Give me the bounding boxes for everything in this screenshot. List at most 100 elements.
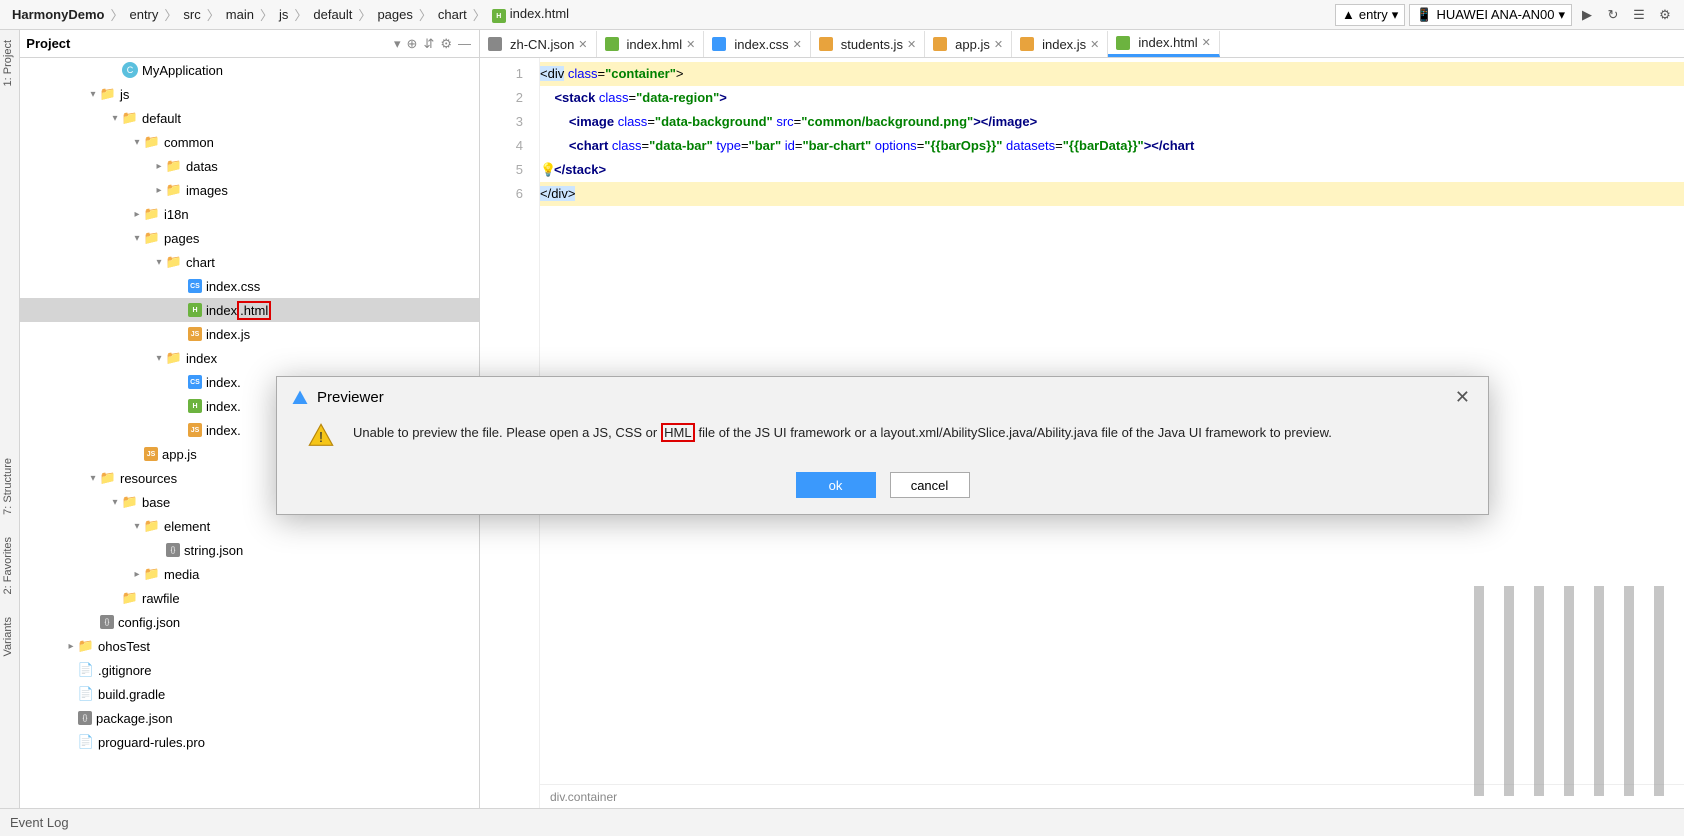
chevron-down-icon[interactable]: ▾: [394, 36, 401, 52]
module-selector[interactable]: ▲ entry ▾: [1335, 4, 1405, 26]
expand-arrow-icon[interactable]: ▾: [130, 521, 144, 532]
breadcrumb-item[interactable]: Hindex.html: [488, 4, 573, 26]
editor-tab[interactable]: app.js✕: [925, 31, 1012, 57]
editor-tab[interactable]: index.css✕: [704, 31, 810, 57]
expand-arrow-icon[interactable]: ▾: [86, 473, 100, 484]
code-area[interactable]: <div class="container"> <stack class="da…: [540, 58, 1684, 210]
editor-tab[interactable]: index.hml✕: [597, 31, 705, 57]
expand-arrow-icon[interactable]: ▸: [64, 641, 78, 652]
tree-node[interactable]: CMyApplication: [20, 58, 479, 82]
code-line[interactable]: </div>: [540, 182, 1684, 206]
list-button[interactable]: ☰: [1628, 4, 1650, 26]
tree-node[interactable]: ▸📁i18n: [20, 202, 479, 226]
tree-node[interactable]: ▾📁js: [20, 82, 479, 106]
close-icon[interactable]: ✕: [793, 38, 802, 51]
settings-button[interactable]: ⚙: [1654, 4, 1676, 26]
breadcrumb-item[interactable]: entry: [125, 5, 162, 24]
close-icon[interactable]: ✕: [578, 38, 587, 51]
close-icon[interactable]: ✕: [686, 38, 695, 51]
close-icon[interactable]: ✕: [994, 38, 1003, 51]
editor-tab[interactable]: zh-CN.json✕: [480, 31, 597, 57]
breadcrumb-item[interactable]: pages: [373, 5, 416, 24]
run-button[interactable]: ▶: [1576, 4, 1598, 26]
expand-arrow-icon[interactable]: ▾: [152, 353, 166, 364]
tree-node[interactable]: ▸📁datas: [20, 154, 479, 178]
editor-tab[interactable]: index.js✕: [1012, 31, 1108, 57]
expand-arrow-icon[interactable]: ▾: [86, 89, 100, 100]
tree-node[interactable]: {}config.json: [20, 610, 479, 634]
tree-node[interactable]: {}package.json: [20, 706, 479, 730]
minimize-icon[interactable]: —: [458, 36, 471, 51]
ok-button[interactable]: ok: [796, 472, 876, 498]
tree-label: ohosTest: [98, 639, 150, 654]
expand-arrow-icon[interactable]: ▸: [130, 209, 144, 220]
expand-arrow-icon[interactable]: ▾: [152, 257, 166, 268]
refresh-button[interactable]: ↻: [1602, 4, 1624, 26]
sort-icon[interactable]: ⇵: [423, 36, 434, 52]
tree-node[interactable]: ▾📁default: [20, 106, 479, 130]
event-log-button[interactable]: Event Log: [10, 815, 69, 830]
editor-tab[interactable]: students.js✕: [811, 31, 925, 57]
expand-arrow-icon[interactable]: ▾: [130, 137, 144, 148]
expand-arrow-icon[interactable]: ▾: [130, 233, 144, 244]
tree-node[interactable]: 📄.gitignore: [20, 658, 479, 682]
gear-icon[interactable]: ⚙: [440, 36, 452, 52]
folder-icon: 📁: [144, 518, 160, 534]
tab-label: index.html: [1138, 35, 1197, 50]
file-icon: 📄: [78, 662, 94, 678]
breadcrumb-item[interactable]: main: [222, 5, 258, 24]
code-line[interactable]: <image class="data-background" src="comm…: [540, 110, 1684, 134]
breadcrumb-item[interactable]: default: [309, 5, 356, 24]
project-tool-button[interactable]: 1: Project: [0, 34, 16, 92]
code-line[interactable]: 💡</stack>: [540, 158, 1684, 182]
breadcrumb-item[interactable]: HarmonyDemo: [8, 5, 108, 24]
code-line[interactable]: <chart class="data-bar" type="bar" id="b…: [540, 134, 1684, 158]
tree-node[interactable]: ▾📁element: [20, 514, 479, 538]
tree-node[interactable]: 📄build.gradle: [20, 682, 479, 706]
tree-node[interactable]: ▾📁index: [20, 346, 479, 370]
navigation-bar: HarmonyDemo〉entry〉src〉main〉js〉default〉pa…: [0, 0, 1684, 30]
favorites-tool-button[interactable]: 2: Favorites: [0, 531, 16, 600]
cancel-button[interactable]: cancel: [890, 472, 970, 498]
tree-node[interactable]: ▾📁pages: [20, 226, 479, 250]
tree-node[interactable]: 📁rawfile: [20, 586, 479, 610]
tree-node[interactable]: ▸📁media: [20, 562, 479, 586]
close-icon[interactable]: ✕: [1451, 387, 1474, 408]
device-selector[interactable]: 📱 HUAWEI ANA-AN00 ▾: [1409, 4, 1572, 26]
status-bar: Event Log: [0, 808, 1684, 836]
tree-node[interactable]: ▾📁common: [20, 130, 479, 154]
breadcrumb-item[interactable]: src: [179, 5, 204, 24]
tree-node[interactable]: CSindex.css: [20, 274, 479, 298]
tree-node[interactable]: ▸📁images: [20, 178, 479, 202]
structure-tool-button[interactable]: 7: Structure: [0, 452, 16, 521]
tree-node[interactable]: ▸📁 ohosTest: [20, 634, 479, 658]
close-icon[interactable]: ✕: [907, 38, 916, 51]
close-icon[interactable]: ✕: [1090, 38, 1099, 51]
tree-node[interactable]: {}string.json: [20, 538, 479, 562]
expand-arrow-icon[interactable]: ▸: [152, 161, 166, 172]
editor-tab[interactable]: index.html ✕: [1108, 31, 1219, 57]
tree-node[interactable]: Hindex.html: [20, 298, 479, 322]
target-icon[interactable]: ⊕: [407, 36, 418, 52]
phone-icon: 📱: [1416, 7, 1432, 23]
tool-tabs-bar: ▭ Project ▾ ⊕ ⇵ ⚙ — zh-CN.json✕index.hml…: [0, 30, 1684, 58]
chevron-right-icon: 〉: [110, 5, 123, 24]
tree-node[interactable]: ▾📁chart: [20, 250, 479, 274]
breadcrumb-item[interactable]: chart: [434, 5, 471, 24]
chevron-right-icon: 〉: [207, 5, 220, 24]
breadcrumb-item[interactable]: js: [275, 5, 292, 24]
code-line[interactable]: <stack class="data-region">: [540, 86, 1684, 110]
folder-icon: 📁: [78, 638, 94, 654]
variants-tool-button[interactable]: Variants: [0, 611, 16, 663]
close-icon[interactable]: ✕: [1202, 36, 1211, 49]
file-icon: [488, 37, 502, 51]
expand-arrow-icon[interactable]: ▾: [108, 113, 122, 124]
expand-arrow-icon[interactable]: ▸: [152, 185, 166, 196]
expand-arrow-icon[interactable]: ▸: [130, 569, 144, 580]
folder-icon: 📁: [122, 110, 138, 126]
js-file-icon: JS: [188, 327, 202, 341]
tree-node[interactable]: 📄proguard-rules.pro: [20, 730, 479, 754]
code-line[interactable]: <div class="container">: [540, 62, 1684, 86]
expand-arrow-icon[interactable]: ▾: [108, 497, 122, 508]
tree-node[interactable]: JSindex.js: [20, 322, 479, 346]
